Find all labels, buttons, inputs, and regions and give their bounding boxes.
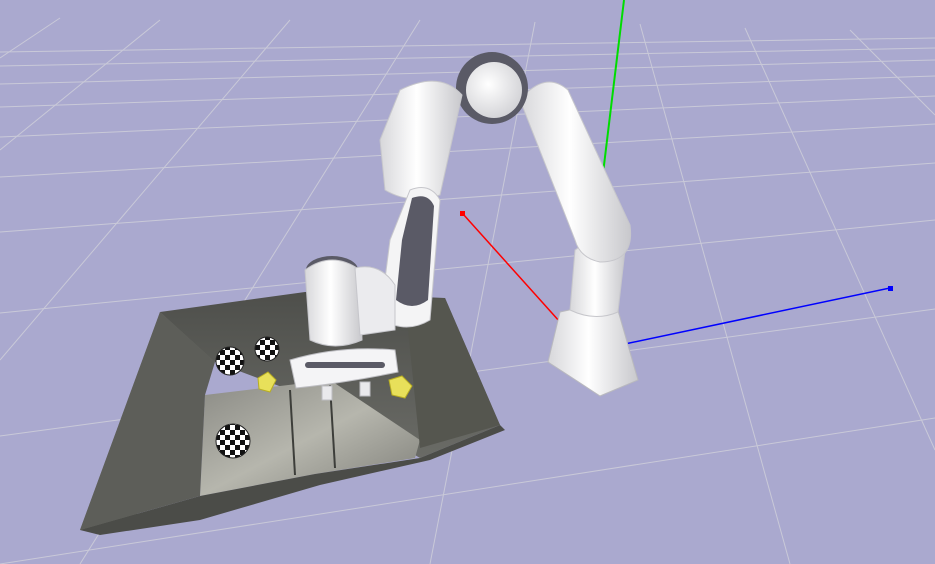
checkered-sphere — [254, 336, 280, 362]
robot-link-4 — [379, 80, 463, 200]
gripper-finger-left — [321, 385, 333, 401]
checkered-sphere — [215, 346, 245, 376]
gripper-finger-right — [359, 381, 371, 397]
tray-inner-left — [80, 312, 215, 530]
bin-tray[interactable] — [80, 292, 505, 535]
robot-link-3 — [519, 81, 632, 263]
scene-canvas[interactable] — [0, 0, 935, 564]
y-axis-line — [600, 0, 625, 191]
axes-gizmo — [460, 0, 893, 346]
z-axis-end-marker — [888, 286, 893, 291]
checkered-sphere — [215, 423, 251, 459]
3d-viewport[interactable] — [0, 0, 935, 564]
x-axis-end-marker — [460, 211, 465, 216]
x-axis-line — [462, 213, 561, 323]
z-axis-line — [619, 287, 891, 346]
